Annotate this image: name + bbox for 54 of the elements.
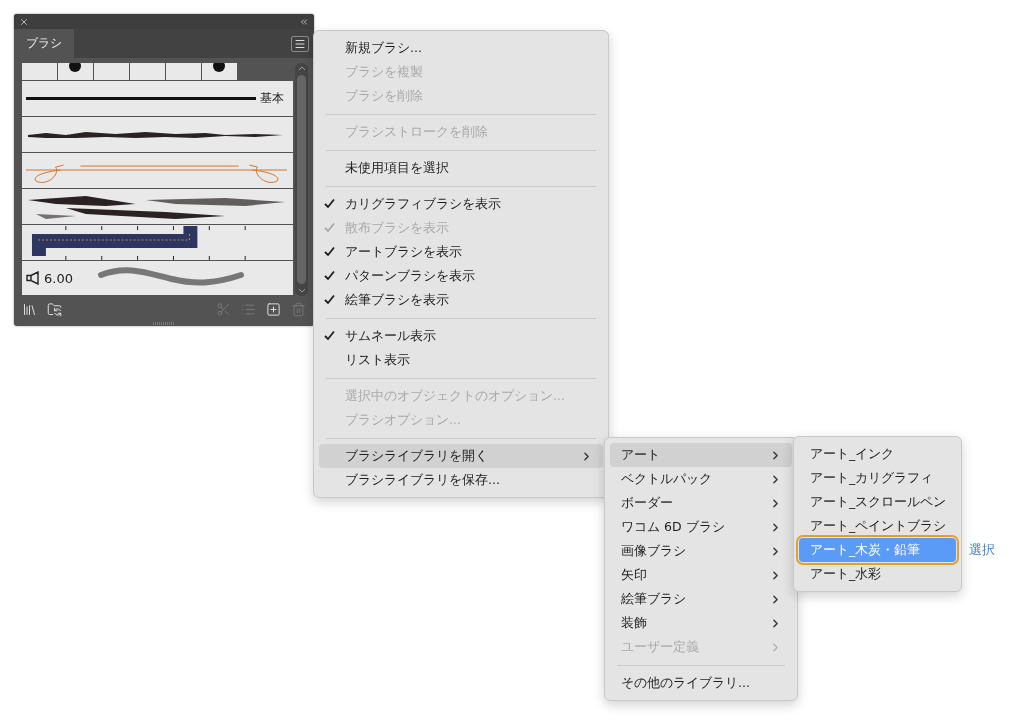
menu-item[interactable]: リスト表示 — [319, 348, 603, 372]
menu-item[interactable]: パターンブラシを表示 — [319, 264, 603, 288]
menu-item[interactable]: サムネール表示 — [319, 324, 603, 348]
menu-item[interactable]: 絵筆ブラシ — [610, 587, 792, 611]
collapse-icon[interactable] — [299, 16, 309, 27]
menu-item[interactable]: 装飾 — [610, 611, 792, 635]
check-icon — [324, 330, 335, 341]
new-brush-icon[interactable] — [266, 301, 281, 317]
check-icon — [324, 222, 335, 233]
menu-item[interactable]: アートブラシを表示 — [319, 240, 603, 264]
brush-swatch[interactable] — [58, 63, 93, 80]
menu-item[interactable]: ワコム 6D ブラシ — [610, 515, 792, 539]
menu-item[interactable]: 画像ブラシ — [610, 539, 792, 563]
annotation-label: 選択 — [969, 541, 995, 559]
brush-size: 6.00 — [44, 270, 73, 286]
menu-item[interactable]: ブラシライブラリを保存... — [319, 468, 603, 492]
menu-item[interactable]: 矢印 — [610, 563, 792, 587]
brush-row[interactable] — [22, 117, 294, 152]
scroll-down-icon[interactable] — [297, 288, 306, 293]
brush-swatch[interactable] — [202, 63, 237, 80]
menu-item[interactable]: カリグラフィブラシを表示 — [319, 192, 603, 216]
cloud-library-icon[interactable] — [47, 301, 62, 317]
menu-item[interactable]: 新規ブラシ... — [319, 36, 603, 60]
menu-item[interactable]: アート — [610, 443, 792, 467]
menu-item[interactable]: 絵筆ブラシを表示 — [319, 288, 603, 312]
check-icon — [324, 246, 335, 257]
brush-row[interactable]: 6.00 — [22, 261, 294, 295]
menu-item[interactable]: 未使用項目を選択 — [319, 156, 603, 180]
brush-row[interactable]: 基本 — [22, 81, 294, 116]
menu-item[interactable]: アート_スクロールペン — [799, 490, 956, 514]
menu-icon — [294, 38, 306, 50]
scrollbar[interactable] — [295, 63, 308, 296]
menu-item[interactable]: その他のライブラリ... — [610, 671, 792, 695]
check-icon — [324, 270, 335, 281]
menu-item[interactable]: アート_水彩 — [799, 562, 956, 586]
check-icon — [324, 294, 335, 305]
panel-tab[interactable]: ブラシ — [14, 29, 74, 58]
panel-menu-button[interactable] — [291, 36, 309, 52]
brush-swatch[interactable] — [22, 63, 57, 80]
menu-item[interactable]: ベクトルパック — [610, 467, 792, 491]
menu-item[interactable]: アート_ペイントブラシ — [799, 514, 956, 538]
close-icon[interactable] — [19, 16, 29, 27]
library-icon[interactable] — [22, 301, 37, 317]
speaker-icon — [26, 271, 40, 285]
brush-swatch[interactable] — [94, 63, 129, 80]
brush-swatch[interactable] — [130, 63, 165, 80]
menu-item[interactable]: アート_カリグラフィ — [799, 466, 956, 490]
scroll-up-icon[interactable] — [297, 66, 306, 71]
brush-name: 基本 — [260, 90, 284, 107]
brush-swatch[interactable] — [166, 63, 201, 80]
menu-item[interactable]: アート_インク — [799, 442, 956, 466]
menu-item[interactable]: ボーダー — [610, 491, 792, 515]
menu-item[interactable]: ブラシライブラリを開く — [319, 444, 603, 468]
check-icon — [324, 198, 335, 209]
